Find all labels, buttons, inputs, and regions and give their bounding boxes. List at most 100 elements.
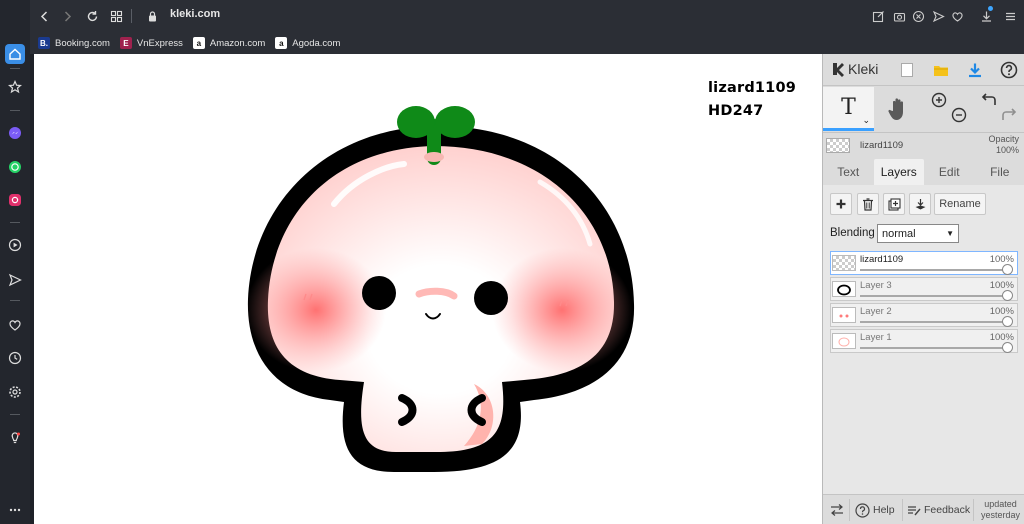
speed-dial-icon[interactable] [108, 8, 124, 24]
lock-icon[interactable] [144, 8, 160, 24]
send-icon[interactable] [5, 270, 25, 290]
merge-layer-button[interactable] [909, 193, 931, 215]
undo-icon[interactable] [981, 92, 997, 108]
layer-opacity: 100% [989, 306, 1014, 317]
layer-opacity-slider[interactable] [860, 295, 1008, 297]
redo-icon[interactable] [1001, 107, 1017, 123]
blending-label: Blending [830, 227, 875, 239]
new-image-icon[interactable] [896, 59, 918, 81]
layer-item[interactable]: lizard1109 100% [830, 251, 1018, 275]
layer-thumbnail-drawing [838, 337, 850, 347]
bookmark-label: Booking.com [55, 37, 110, 49]
whatsapp-icon[interactable] [5, 157, 25, 177]
tab-text[interactable]: Text [823, 159, 874, 185]
open-image-icon[interactable] [930, 59, 952, 81]
help-button[interactable]: Help [855, 495, 895, 524]
favorites-icon[interactable] [949, 8, 965, 24]
layer-thumbnail [832, 333, 856, 349]
current-layer-opacity: Opacity 100% [988, 134, 1019, 156]
feedback-icon [908, 506, 921, 516]
text-tool-button[interactable]: T ⌄ [823, 87, 874, 131]
mushroom-drawing [246, 106, 635, 472]
layer-opacity-slider-knob[interactable] [1002, 264, 1013, 275]
tab-layers[interactable]: Layers [873, 159, 924, 185]
kleki-header: Kleki [823, 54, 1024, 86]
updated-line1: updated [984, 499, 1017, 509]
bookmark-amazon[interactable]: a Amazon.com [192, 35, 265, 51]
bookmark-vnexpress[interactable]: E VnExpress [119, 35, 183, 51]
rename-layer-button[interactable]: Rename [934, 193, 986, 215]
bookmark-booking[interactable]: B. Booking.com [38, 35, 110, 51]
amazon-icon: a [192, 37, 205, 49]
opacity-label: Opacity [988, 134, 1019, 144]
save-download-icon[interactable] [964, 59, 986, 81]
layer-name: Layer 2 [860, 306, 892, 317]
feedback-button[interactable]: Feedback [907, 495, 970, 524]
zoom-in-icon[interactable] [931, 92, 947, 108]
current-layer-bar: lizard1109 Opacity 100% [823, 132, 1024, 158]
back-icon[interactable] [36, 8, 52, 24]
flow-icon[interactable] [930, 8, 946, 24]
reload-icon[interactable] [84, 8, 100, 24]
feedback-label: Feedback [924, 504, 971, 516]
history-icon[interactable] [5, 348, 25, 368]
add-layer-button[interactable] [830, 193, 852, 215]
settings-icon[interactable] [5, 382, 25, 402]
home-icon[interactable] [5, 44, 25, 64]
hand-tool-icon[interactable] [885, 95, 913, 123]
download-badge [988, 6, 993, 11]
drawing-canvas[interactable]: lizard1109 HD247 [34, 54, 822, 524]
blending-select[interactable]: normal ▼ [877, 224, 959, 243]
help-icon[interactable] [998, 59, 1020, 81]
canvas-text-line1: lizard1109 [708, 80, 797, 96]
layer-opacity: 100% [989, 254, 1014, 265]
layer-opacity-slider[interactable] [860, 347, 1008, 349]
layer-thumbnail [832, 281, 856, 297]
blending-value: normal [882, 227, 916, 240]
snapshot-icon[interactable] [891, 8, 907, 24]
forward-icon[interactable] [59, 8, 75, 24]
bulb-icon[interactable] [5, 428, 25, 448]
star-icon[interactable] [5, 77, 25, 97]
layer-thumbnail-drawing [839, 314, 849, 318]
player-icon[interactable] [5, 235, 25, 255]
duplicate-layer-button[interactable] [883, 193, 905, 215]
layer-item[interactable]: Layer 1 100% [830, 329, 1018, 353]
messenger-icon[interactable] [5, 123, 25, 143]
kleki-logo[interactable]: Kleki [831, 61, 878, 77]
duplicate-icon [887, 197, 901, 211]
merge-down-icon [915, 198, 925, 209]
swap-side-icon[interactable] [830, 495, 844, 524]
updated-line2: yesterday [980, 510, 1020, 520]
layer-item[interactable]: Layer 3 100% [830, 277, 1018, 301]
layer-opacity-slider-knob[interactable] [1002, 342, 1013, 353]
layer-opacity-slider[interactable] [860, 321, 1008, 323]
address-bar[interactable]: kleki.com [170, 8, 220, 20]
delete-layer-button[interactable] [857, 193, 879, 215]
layer-thumbnail [832, 255, 856, 271]
layer-opacity-slider[interactable] [860, 269, 1008, 271]
canvas-text-line2: HD247 [708, 103, 764, 119]
tab-file[interactable]: File [975, 159, 1024, 185]
panel-tabs: Text Layers Edit File [823, 159, 1024, 185]
edit-page-icon[interactable] [870, 8, 886, 24]
bookmark-agoda[interactable]: a Agoda.com [275, 35, 340, 51]
chevron-down-icon[interactable]: ⌄ [862, 116, 870, 126]
layer-opacity: 100% [989, 332, 1014, 343]
opacity-value: 100% [995, 145, 1019, 155]
heart-icon[interactable] [5, 315, 25, 335]
current-layer-thumbnail [826, 138, 850, 153]
layer-item[interactable]: Layer 2 100% [830, 303, 1018, 327]
layer-opacity-slider-knob[interactable] [1002, 316, 1013, 327]
layer-opacity-slider-knob[interactable] [1002, 290, 1013, 301]
adblock-icon[interactable] [910, 8, 926, 24]
instagram-icon[interactable] [5, 190, 25, 210]
tab-edit[interactable]: Edit [924, 159, 975, 185]
browser-sidebar [0, 0, 30, 524]
booking-icon: B. [38, 37, 50, 49]
menu-icon[interactable] [1002, 8, 1018, 24]
more-icon[interactable] [5, 500, 25, 520]
updated-status: updated yesterday [981, 499, 1020, 521]
zoom-out-icon[interactable] [951, 107, 967, 123]
bookmark-label: Agoda.com [292, 37, 341, 49]
